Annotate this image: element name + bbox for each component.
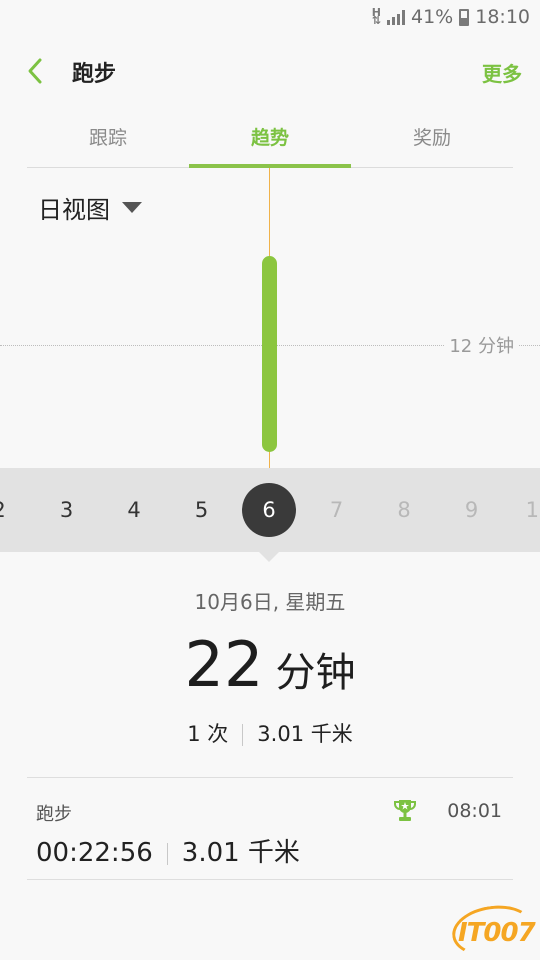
- data-transfer-icon: H ⇅: [371, 6, 381, 27]
- date-3[interactable]: 3: [42, 468, 92, 552]
- activity-start-time: 08:01: [447, 800, 502, 822]
- duration-value: 22: [184, 628, 264, 701]
- date-7[interactable]: 7: [312, 468, 362, 552]
- activity-divider: [166, 842, 168, 865]
- date-4[interactable]: 4: [109, 468, 159, 552]
- selected-date: 10月6日, 星期五: [194, 590, 346, 614]
- summary-stats: 1 次 3.01 千米: [0, 718, 540, 748]
- date-10[interactable]: 10: [514, 468, 540, 552]
- selection-pointer: [259, 552, 279, 562]
- date-strip[interactable]: 2345678910: [0, 468, 540, 552]
- view-selector[interactable]: 日视图: [38, 190, 142, 225]
- signal-icon: [387, 9, 405, 25]
- session-count: 1 次: [187, 722, 229, 746]
- duration-total: 22 分钟: [0, 628, 540, 701]
- total-distance: 3.01 千米: [257, 722, 353, 746]
- chart-bar[interactable]: [262, 255, 277, 452]
- divider-bottom: [27, 879, 513, 880]
- tab-trends[interactable]: 趋势: [189, 118, 351, 168]
- activity-type[interactable]: 跑步: [36, 800, 72, 826]
- tab-track[interactable]: 跟踪: [27, 118, 189, 167]
- duration-unit: 分钟: [275, 650, 356, 696]
- watermark-text: IT007: [458, 918, 536, 948]
- status-icons: H ⇅ 41% 18:10: [372, 6, 530, 28]
- stats-divider: [242, 724, 244, 746]
- page-title: 跑步: [72, 62, 117, 87]
- back-button[interactable]: [22, 56, 52, 86]
- more-button[interactable]: 更多: [482, 58, 522, 87]
- activity-distance: 3.01 千米: [181, 838, 300, 868]
- battery-icon: [459, 8, 470, 26]
- view-selector-label: 日视图: [38, 196, 110, 224]
- date-selected-6[interactable]: 6: [242, 483, 296, 537]
- app-screen: H⇅ 41% 18:10 跑步 更多 跟踪 趋势 奖励 日视图 12 分钟 23…: [0, 0, 540, 960]
- watermark-logo: IT007: [448, 900, 538, 960]
- tab-bar: 跟踪 趋势 奖励: [27, 118, 513, 168]
- clock: 18:10: [475, 6, 530, 28]
- goal-reference-label: 12 分钟: [445, 332, 518, 358]
- date-5[interactable]: 5: [177, 468, 227, 552]
- activity-duration: 00:22:56: [36, 838, 153, 868]
- status-bar: H ⇅ 41% 18:10: [0, 0, 540, 36]
- date-2[interactable]: 2: [0, 468, 24, 552]
- trophy-icon: [393, 798, 417, 824]
- dropdown-caret-icon: [122, 202, 142, 213]
- date-8[interactable]: 8: [379, 468, 429, 552]
- tab-rewards[interactable]: 奖励: [351, 118, 513, 167]
- date-9[interactable]: 9: [447, 468, 497, 552]
- chevron-left-icon: [28, 58, 42, 84]
- divider-top: [27, 777, 513, 778]
- activity-detail[interactable]: 00:22:56 3.01 千米: [36, 832, 300, 869]
- battery-percent: 41%: [411, 6, 454, 28]
